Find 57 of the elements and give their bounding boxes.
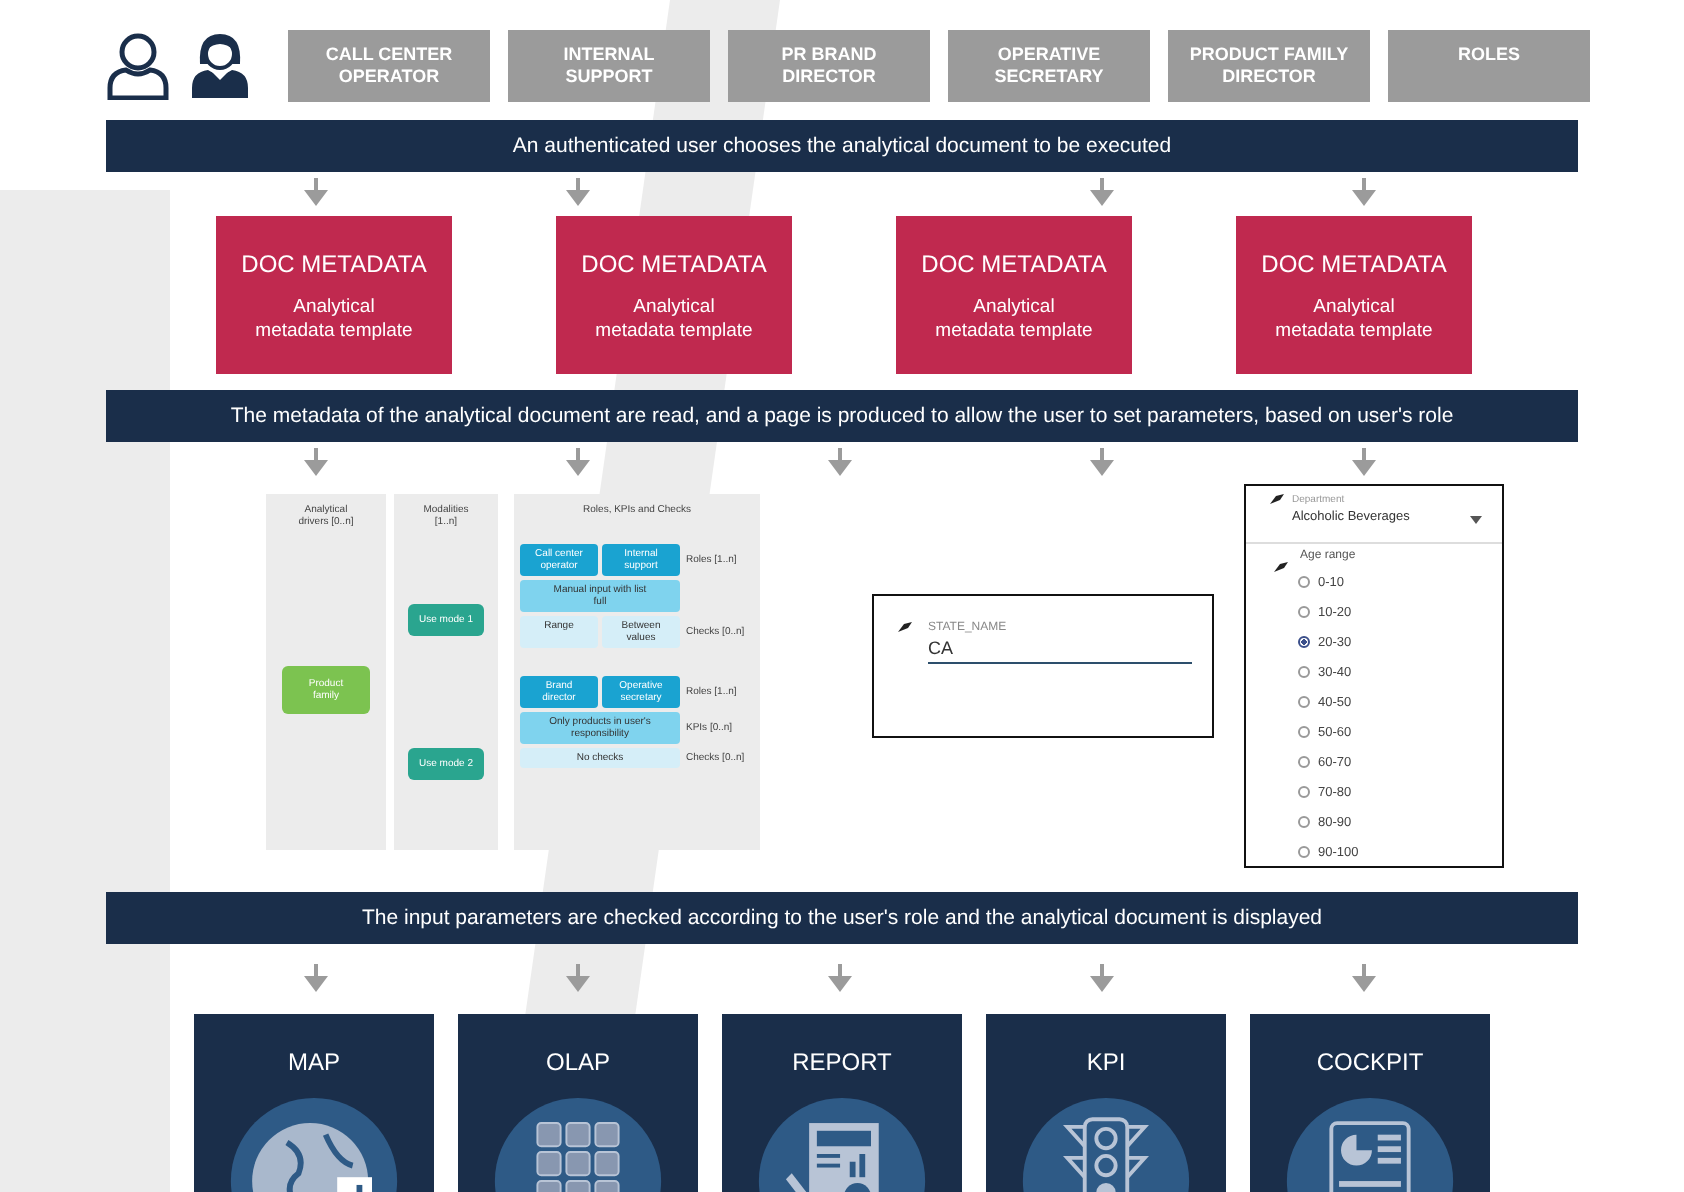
step-banner: An authenticated user chooses the analytical document to be executed	[106, 120, 1578, 172]
down-arrow-icon	[1351, 448, 1375, 476]
globe-icon	[226, 1096, 402, 1192]
role-box: PRODUCT FAMILY DIRECTOR	[1168, 30, 1370, 102]
pin-icon	[898, 622, 912, 632]
card-subtitle: Analytical metadata template	[1275, 296, 1433, 344]
card-title: DOC METADATA	[241, 250, 427, 278]
radio-button[interactable]	[1298, 786, 1310, 798]
role-box: INTERNAL SUPPORT	[508, 30, 710, 102]
role-box: ROLES	[1388, 30, 1590, 102]
radio-button[interactable]	[1298, 696, 1310, 708]
down-arrow-icon	[1351, 964, 1375, 992]
role-box: PR BRAND DIRECTOR	[728, 30, 930, 102]
down-arrow-icon	[565, 448, 589, 476]
down-arrow-icon	[303, 448, 327, 476]
radio-button[interactable]	[1298, 576, 1310, 588]
radio-button[interactable]	[1298, 636, 1310, 648]
card-title: OLAP	[545, 1048, 610, 1076]
card-title: DOC METADATA	[921, 250, 1107, 278]
card-subtitle: Analytical metadata template	[255, 296, 413, 344]
down-arrow-icon	[303, 964, 327, 992]
down-arrow-icon	[565, 964, 589, 992]
step-banner: The input parameters are checked according to the user's role and the analytical document is displayed	[106, 892, 1578, 944]
down-arrow-icon	[1089, 964, 1113, 992]
role-box: OPERATIVE SECRETARY	[948, 30, 1150, 102]
down-arrow-icon	[1351, 178, 1375, 206]
down-arrow-icon	[1089, 178, 1113, 206]
dashboard-icon	[1282, 1096, 1458, 1192]
radio-button[interactable]	[1298, 846, 1310, 858]
radio-button[interactable]	[1298, 666, 1310, 678]
radio-button[interactable]	[1298, 606, 1310, 618]
card-title: MAP	[287, 1048, 340, 1076]
down-arrow-icon	[827, 448, 851, 476]
report-icon	[754, 1096, 930, 1192]
card-title: KPI	[1086, 1048, 1126, 1076]
card-title: COCKPIT	[1316, 1048, 1424, 1076]
traffic-light-icon	[1018, 1096, 1194, 1192]
step-banner: The metadata of the analytical document are read, and a page is produced to allow the user to set parameters, based on user's role	[106, 390, 1578, 442]
card-title: DOC METADATA	[581, 250, 767, 278]
radio-button[interactable]	[1298, 756, 1310, 768]
grid-icon	[490, 1096, 666, 1192]
woman-user-icon	[188, 32, 252, 100]
radio-button[interactable]	[1298, 726, 1310, 738]
role-box: CALL CENTER OPERATOR	[288, 30, 490, 102]
user-icon	[106, 32, 170, 100]
card-title: REPORT	[792, 1048, 892, 1076]
card-title: DOC METADATA	[1261, 250, 1447, 278]
card-subtitle: Analytical metadata template	[935, 296, 1093, 344]
down-arrow-icon	[565, 178, 589, 206]
pin-icon	[1274, 562, 1288, 572]
pin-icon	[1270, 494, 1284, 504]
caret-icon	[1470, 516, 1482, 524]
down-arrow-icon	[303, 178, 327, 206]
card-subtitle: Analytical metadata template	[595, 296, 753, 344]
down-arrow-icon	[1089, 448, 1113, 476]
radio-button[interactable]	[1298, 816, 1310, 828]
down-arrow-icon	[827, 964, 851, 992]
